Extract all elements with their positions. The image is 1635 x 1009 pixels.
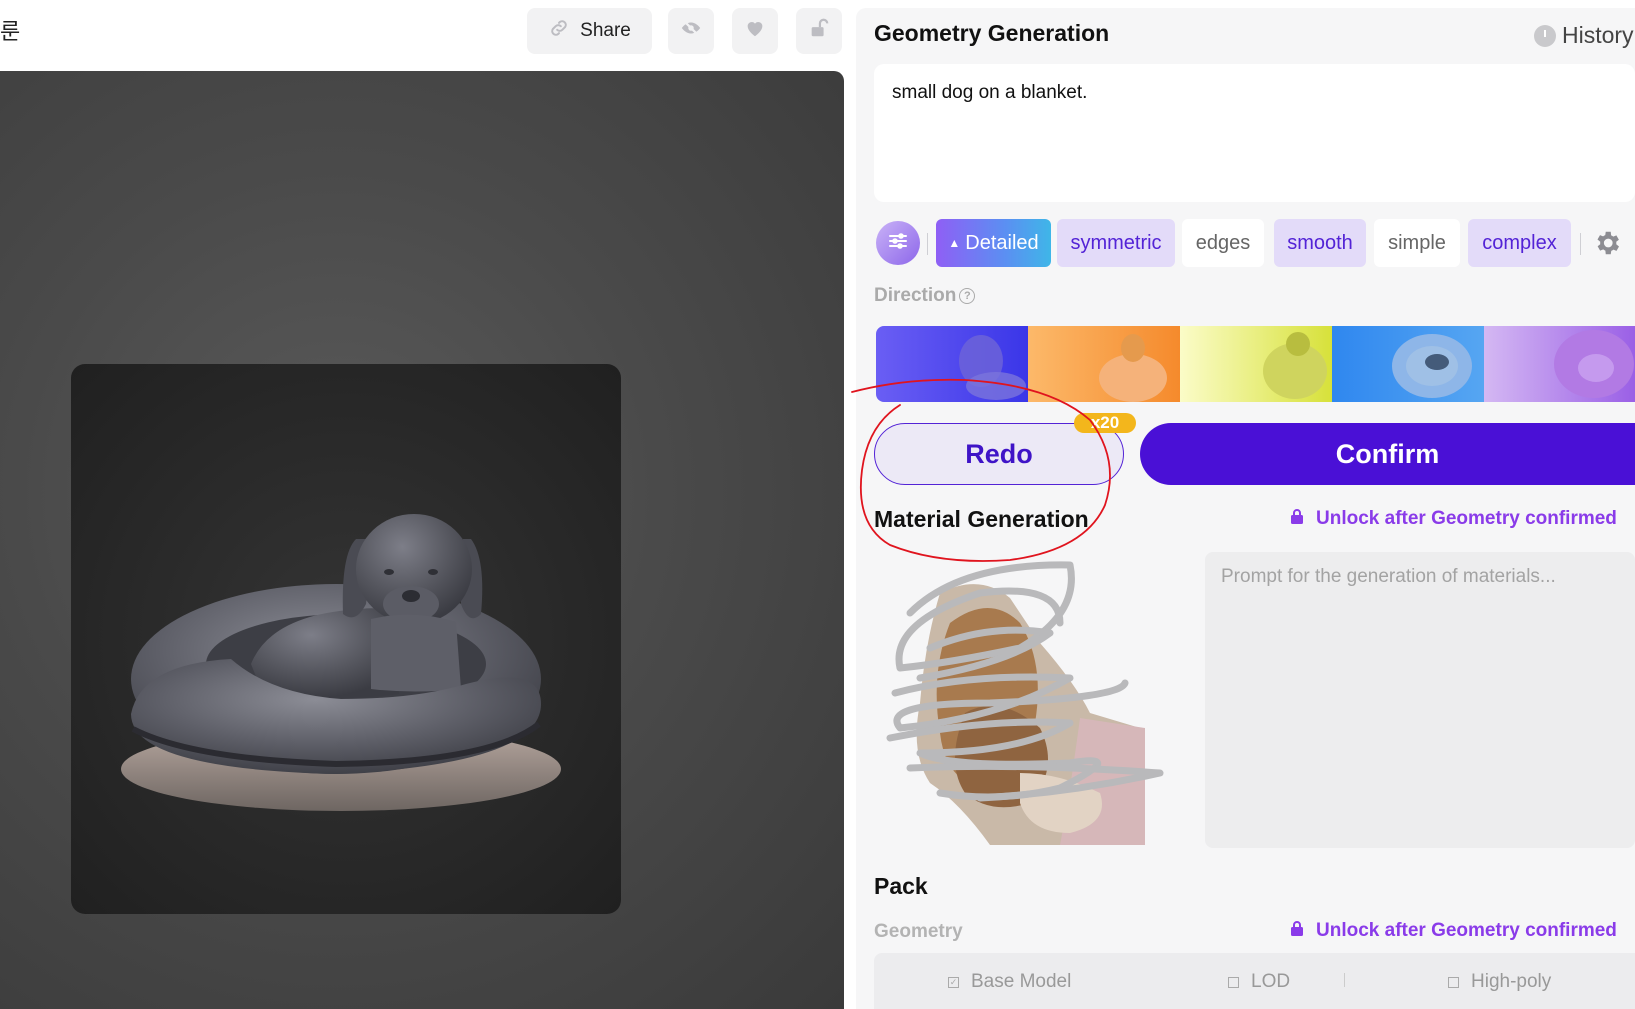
direction-thumb-2[interactable] — [1028, 326, 1180, 402]
style-tags: ▲ Detailed symmetric edges smooth simple… — [874, 219, 1635, 267]
material-title: Material Generation — [874, 506, 1089, 532]
tag-detailed[interactable]: ▲ Detailed — [936, 219, 1051, 267]
tag-complex[interactable]: complex — [1468, 219, 1571, 267]
option-label: High-poly — [1471, 971, 1552, 992]
lock-icon — [1290, 508, 1304, 530]
confirm-button[interactable]: Confirm — [1140, 423, 1635, 485]
checkbox-icon — [1228, 976, 1239, 988]
divider — [1580, 233, 1581, 255]
tag-label: edges — [1195, 231, 1251, 254]
gear-icon[interactable] — [1592, 228, 1622, 258]
share-label: Share — [580, 20, 631, 41]
tag-label: Detailed — [965, 231, 1039, 254]
material-lock-note: Unlock after Geometry confirmed — [1290, 508, 1617, 530]
lock-icon — [1290, 920, 1304, 942]
redo-label: Redo — [965, 438, 1033, 469]
tag-simple[interactable]: simple — [1374, 219, 1460, 267]
confirm-label: Confirm — [1335, 438, 1440, 469]
model-preview[interactable] — [71, 364, 621, 914]
flask-icon: ▲ — [948, 236, 961, 250]
tag-label: simple — [1388, 231, 1446, 254]
direction-thumb-4[interactable] — [1332, 326, 1484, 402]
option-label: Base Model — [971, 971, 1072, 992]
heart-icon — [744, 17, 766, 45]
geometry-title: Geometry Generation — [874, 20, 1110, 46]
direction-thumb-3[interactable] — [1180, 326, 1332, 402]
divider — [1344, 973, 1345, 987]
dog-photo-with-scribble — [886, 561, 1164, 845]
material-reference-image[interactable] — [870, 553, 1166, 845]
tag-symmetric[interactable]: symmetric — [1057, 219, 1175, 267]
tag-label: complex — [1482, 231, 1557, 254]
corner-text: 룬 — [0, 20, 21, 45]
geometry-prompt-text: small dog on a blanket. — [892, 82, 1088, 103]
checkbox-checked-icon: ✓ — [948, 976, 959, 988]
pack-options: ✓ Base Model LOD High-poly — [874, 953, 1635, 1009]
pack-title: Pack — [874, 873, 928, 899]
direction-thumb-5[interactable] — [1484, 326, 1635, 402]
app-root: 룬 Share Geometry Generation History smal… — [0, 0, 1635, 1009]
checkbox-icon — [1448, 976, 1459, 988]
link-icon — [548, 17, 570, 45]
visibility-lock-button[interactable] — [796, 8, 842, 54]
direction-thumbnails — [876, 326, 1635, 402]
history-label: History — [1562, 22, 1634, 48]
divider — [927, 233, 928, 255]
history-button[interactable]: History — [1534, 22, 1634, 49]
filter-settings-button[interactable] — [876, 221, 920, 265]
tag-smooth[interactable]: smooth — [1274, 219, 1366, 267]
geometry-prompt-input[interactable]: small dog on a blanket. — [874, 64, 1635, 202]
cost-badge: x20 — [1074, 413, 1136, 433]
option-label: LOD — [1251, 971, 1291, 992]
pack-geometry-label: Geometry — [874, 921, 963, 942]
model-viewer[interactable] — [0, 71, 844, 1009]
clock-icon — [1534, 24, 1556, 47]
like-button[interactable] — [732, 8, 778, 54]
pack-lock-note: Unlock after Geometry confirmed — [1290, 920, 1617, 942]
lock-note-text: Unlock after Geometry confirmed — [1316, 508, 1617, 529]
generation-panel: Geometry Generation History small dog on… — [856, 8, 1635, 1009]
pack-option-base-model[interactable]: ✓ Base Model — [948, 971, 1071, 993]
share-button[interactable]: Share — [527, 8, 652, 54]
dog-bed-model-render — [121, 514, 561, 811]
hide-button[interactable] — [668, 8, 714, 54]
sliders-icon — [886, 229, 910, 258]
tag-label: symmetric — [1070, 231, 1162, 254]
pack-option-high-poly[interactable]: High-poly — [1448, 971, 1551, 993]
direction-thumb-1[interactable] — [876, 326, 1028, 402]
tag-label: smooth — [1287, 231, 1353, 254]
lock-note-text: Unlock after Geometry confirmed — [1316, 920, 1617, 941]
direction-label: Direction ? — [874, 285, 976, 307]
eye-off-icon — [680, 17, 702, 45]
help-icon[interactable]: ? — [959, 288, 976, 304]
unlock-icon — [808, 17, 830, 45]
direction-label-text: Direction — [874, 285, 957, 306]
material-prompt-input[interactable] — [1205, 552, 1635, 848]
pack-option-lod[interactable]: LOD — [1228, 971, 1290, 993]
tag-edges[interactable]: edges — [1182, 219, 1264, 267]
